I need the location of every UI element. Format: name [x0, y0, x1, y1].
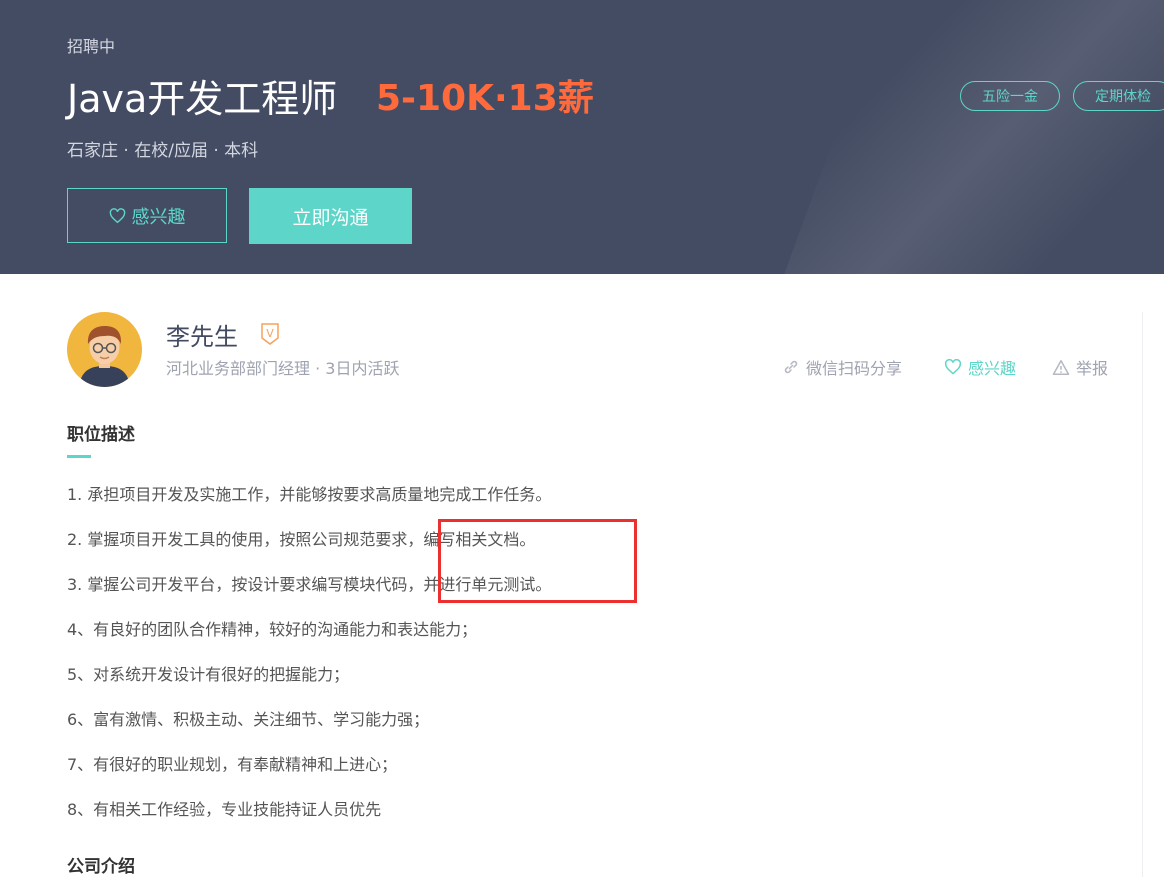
list-item: 8、有相关工作经验，专业技能持证人员优先	[67, 800, 382, 819]
recruiter-meta: 河北业务部部门经理 · 3日内活跃	[166, 359, 400, 378]
section-title-job-description: 职位描述	[67, 425, 135, 445]
job-salary: 5-10K·13薪	[376, 78, 594, 119]
benefit-tag: 定期体检	[1073, 81, 1164, 111]
list-item: 6、富有激情、积极主动、关注细节、学习能力强；	[67, 710, 430, 729]
annotation-highlight-box	[438, 519, 637, 603]
interest-link[interactable]: 感兴趣	[944, 355, 1016, 379]
list-item: 5、对系统开发设计有很好的把握能力；	[67, 665, 350, 684]
banner-decoration	[782, 0, 1164, 274]
heart-icon	[944, 359, 962, 375]
warning-icon	[1052, 359, 1070, 375]
section-title-company-intro: 公司介绍	[67, 857, 135, 877]
job-title: Java开发工程师	[67, 77, 338, 121]
report-link[interactable]: 举报	[1052, 355, 1108, 379]
interest-label: 感兴趣	[968, 359, 1017, 378]
job-status: 招聘中	[67, 37, 116, 56]
link-icon	[784, 360, 798, 374]
list-item: 7、有很好的职业规划，有奉献精神和上进心；	[67, 755, 398, 774]
interest-button[interactable]: 感兴趣	[67, 188, 227, 243]
recruiter-name: 李先生	[166, 323, 238, 351]
job-meta: 石家庄 · 在校/应届 · 本科	[67, 141, 259, 161]
verified-badge-icon: V	[260, 323, 280, 345]
job-header: 招聘中 Java开发工程师 5-10K·13薪 石家庄 · 在校/应届 · 本科…	[0, 0, 1164, 274]
wechat-share-link[interactable]: 微信扫码分享	[782, 355, 902, 379]
interest-button-label: 感兴趣	[131, 206, 186, 228]
sidebar-divider	[1142, 312, 1143, 877]
section-underline	[67, 455, 91, 458]
avatar[interactable]	[67, 312, 142, 387]
benefit-tag: 五险一金	[960, 81, 1060, 111]
list-item: 4、有良好的团队合作精神，较好的沟通能力和表达能力；	[67, 620, 478, 639]
verified-badge-text: V	[266, 327, 274, 340]
heart-icon	[109, 207, 125, 223]
report-label: 举报	[1076, 359, 1109, 378]
chat-now-button[interactable]: 立即沟通	[249, 188, 412, 244]
share-label: 微信扫码分享	[806, 359, 903, 378]
